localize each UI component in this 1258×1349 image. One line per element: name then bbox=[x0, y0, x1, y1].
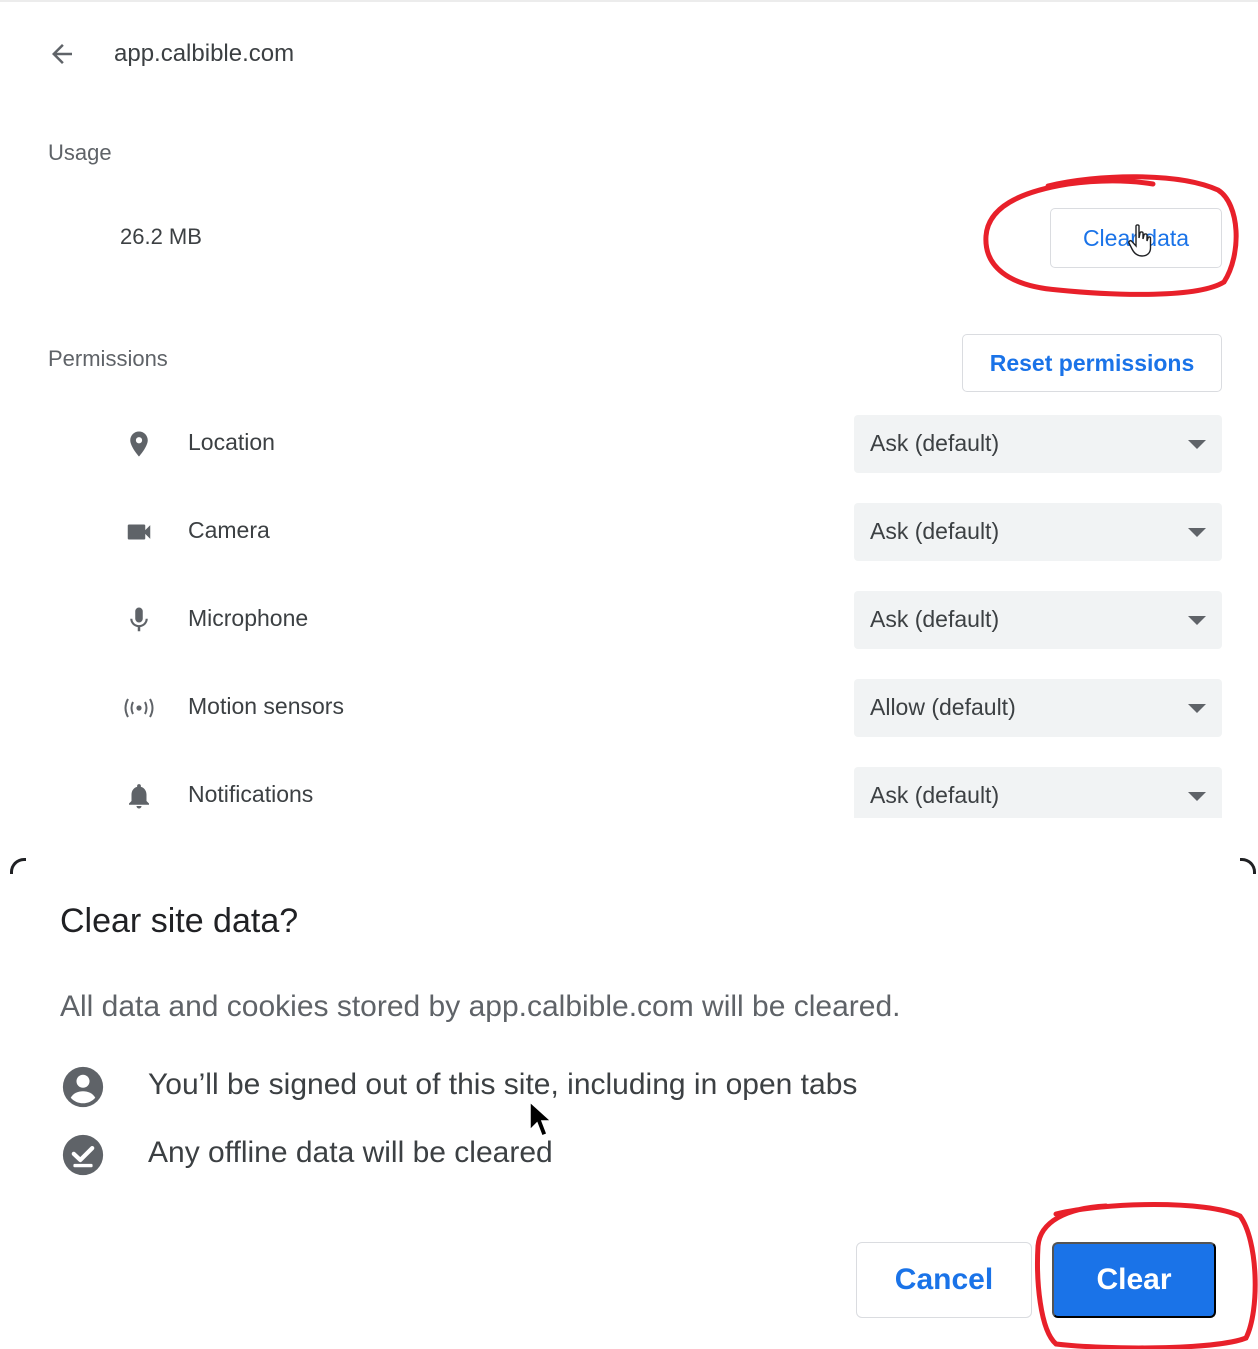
location-pin-icon bbox=[116, 427, 162, 461]
permission-row-microphone: Microphone Ask (default) bbox=[0, 591, 1258, 649]
site-title: app.calbible.com bbox=[114, 40, 295, 67]
permission-row-camera: Camera Ask (default) bbox=[0, 503, 1258, 561]
bullet-text: Any offline data will be cleared bbox=[148, 1136, 553, 1169]
camera-permission-select[interactable]: Ask (default) bbox=[854, 503, 1222, 561]
clear-button[interactable]: Clear bbox=[1052, 1242, 1216, 1318]
clear-data-button[interactable]: Clear data bbox=[1050, 208, 1222, 268]
camera-icon bbox=[116, 515, 162, 549]
select-value: Ask (default) bbox=[870, 430, 1000, 456]
site-settings-panel: app.calbible.com Usage 26.2 MB Clear dat… bbox=[0, 0, 1258, 818]
bullet-text: You’ll be signed out of this site, inclu… bbox=[148, 1068, 858, 1101]
permission-label: Camera bbox=[188, 517, 270, 543]
dropdown-caret-icon bbox=[1188, 616, 1206, 625]
permission-label: Notifications bbox=[188, 781, 314, 807]
motion-sensors-icon bbox=[116, 691, 162, 725]
motion-sensors-permission-select[interactable]: Allow (default) bbox=[854, 679, 1222, 737]
select-value: Allow (default) bbox=[870, 694, 1016, 720]
dropdown-caret-icon bbox=[1188, 704, 1206, 713]
dialog-description: All data and cookies stored by app.calbi… bbox=[60, 990, 901, 1023]
select-value: Ask (default) bbox=[870, 782, 1000, 808]
dialog-corner-left bbox=[10, 858, 26, 874]
usage-section-label: Usage bbox=[48, 140, 112, 165]
select-value: Ask (default) bbox=[870, 518, 1000, 544]
microphone-icon bbox=[116, 603, 162, 637]
dropdown-caret-icon bbox=[1188, 440, 1206, 449]
dropdown-caret-icon bbox=[1188, 528, 1206, 537]
header-row: app.calbible.com bbox=[40, 32, 294, 76]
dialog-title: Clear site data? bbox=[60, 902, 299, 940]
account-circle-icon bbox=[62, 1066, 104, 1108]
dropdown-caret-icon bbox=[1188, 792, 1206, 801]
bell-icon bbox=[116, 779, 162, 813]
permission-row-notifications: Notifications Ask (default) bbox=[0, 767, 1258, 818]
offline-check-icon bbox=[62, 1134, 104, 1176]
dialog-bullet-offline: Any offline data will be cleared bbox=[60, 1130, 1060, 1180]
permissions-section-label: Permissions bbox=[48, 346, 168, 371]
select-value: Ask (default) bbox=[870, 606, 1000, 632]
permission-label: Microphone bbox=[188, 605, 309, 631]
location-permission-select[interactable]: Ask (default) bbox=[854, 415, 1222, 473]
permission-row-location: Location Ask (default) bbox=[0, 415, 1258, 473]
notifications-permission-select[interactable]: Ask (default) bbox=[854, 767, 1222, 818]
cancel-button[interactable]: Cancel bbox=[856, 1242, 1032, 1318]
usage-value: 26.2 MB bbox=[120, 224, 202, 249]
microphone-permission-select[interactable]: Ask (default) bbox=[854, 591, 1222, 649]
reset-permissions-button[interactable]: Reset permissions bbox=[962, 334, 1222, 392]
dialog-bullet-signout: You’ll be signed out of this site, inclu… bbox=[60, 1062, 1060, 1112]
back-arrow-icon[interactable] bbox=[40, 32, 84, 76]
dialog-corner-right bbox=[1240, 858, 1256, 874]
permission-row-motion-sensors: Motion sensors Allow (default) bbox=[0, 679, 1258, 737]
permission-label: Motion sensors bbox=[188, 693, 344, 719]
permission-label: Location bbox=[188, 429, 275, 455]
